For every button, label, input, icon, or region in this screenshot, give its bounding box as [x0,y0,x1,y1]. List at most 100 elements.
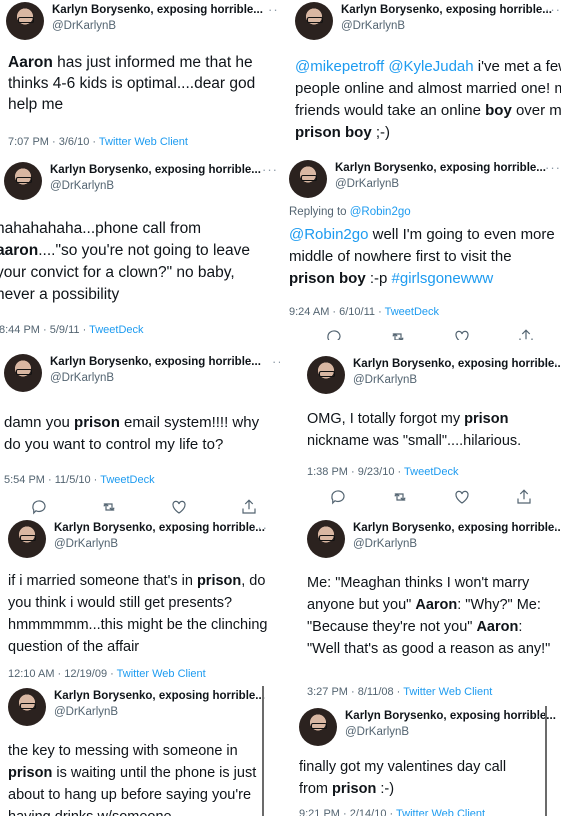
avatar[interactable] [4,162,42,200]
tweet-timestamp[interactable]: 3:27 PM · 8/11/08 [307,686,394,698]
highlighted-keyword: prison [464,411,509,427]
tweet-card[interactable]: Karlyn Borysenko, exposing horrible... @… [281,516,561,702]
tweet-source[interactable]: TweetDeck [89,324,143,336]
tweet-timestamp[interactable]: 8:44 PM · 5/9/11 [0,324,80,336]
mention-link[interactable]: @mikepetroff [295,58,384,75]
more-options-icon[interactable]: ··· [262,162,278,177]
mention-link[interactable]: @Robin2go [289,226,368,243]
tweet-text: finally got my valentines day call from … [299,756,539,800]
tweet-source[interactable]: Twitter Web Client [403,686,492,698]
author-name[interactable]: Karlyn Borysenko, exposing horrible... [52,4,263,16]
reply-icon[interactable] [30,498,48,516]
more-options-icon[interactable]: ··· [272,354,280,369]
author-handle[interactable]: @DrKarlynB [335,178,399,190]
share-icon[interactable] [240,498,258,516]
like-icon[interactable] [453,488,471,506]
share-icon[interactable] [517,328,535,340]
tweet-meta: 1:38 PM · 9/23/10 · TweetDeck [307,466,459,478]
tweet-text-segment: :-) [376,781,395,797]
author-handle[interactable]: @DrKarlynB [345,726,409,738]
author-handle[interactable]: @DrKarlynB [353,374,417,386]
tweet-card[interactable]: Karlyn Borysenko, exposing horrible... @… [281,702,561,816]
tweet-timestamp[interactable]: 7:07 PM · 3/6/10 [8,136,89,148]
share-icon[interactable] [515,488,533,506]
avatar[interactable] [8,520,46,558]
tweet-card[interactable]: Karlyn Borysenko, exposing horrible... @… [0,348,280,516]
avatar[interactable] [4,354,42,392]
author-handle[interactable]: @DrKarlynB [50,372,114,384]
avatar[interactable] [299,708,337,746]
avatar[interactable] [289,160,327,198]
author-handle[interactable]: @DrKarlynB [52,20,116,32]
author-name[interactable]: Karlyn Borysenko, exposing horrible... [54,522,265,534]
tweet-source[interactable]: Twitter Web Client [117,668,206,680]
highlighted-keyword: boy [485,102,512,119]
tweet-card[interactable]: Karlyn Borysenko, exposing horrible... @… [281,156,561,340]
author-handle[interactable]: @DrKarlynB [341,20,405,32]
tweet-source[interactable]: TweetDeck [100,474,154,486]
author-handle[interactable]: @DrKarlynB [353,538,417,550]
tweet-source[interactable]: TweetDeck [385,306,439,318]
tweet-timestamp[interactable]: 12:10 AM · 12/19/09 [8,668,107,680]
reply-icon[interactable] [329,488,347,506]
tweet-card[interactable]: Karlyn Borysenko, exposing horrible... @… [0,688,280,816]
author-name[interactable]: Karlyn Borysenko, exposing horrible... [353,522,561,534]
tweet-text-segment: the key to messing with someone in [8,743,238,759]
author-handle[interactable]: @DrKarlynB [50,180,114,192]
more-options-icon[interactable]: ··· [545,2,561,17]
tweet-timestamp[interactable]: 9:24 AM · 6/10/11 [289,306,375,318]
tweet-text: the key to messing with someone in priso… [8,740,258,816]
like-icon[interactable] [170,498,188,516]
author-name[interactable]: Karlyn Borysenko, exposing horrible... [50,356,261,368]
tweet-header: Karlyn Borysenko, exposing horrible... @… [8,688,265,728]
author-name[interactable]: Karlyn Borysenko, exposing horrible... [335,162,546,174]
avatar[interactable] [8,688,46,726]
tweet-header: Karlyn Borysenko, exposing horrible... @… [295,2,561,42]
tweet-header: Karlyn Borysenko, exposing horrible... @… [6,2,280,42]
author-handle[interactable]: @DrKarlynB [54,538,118,550]
tweet-card[interactable]: Karlyn Borysenko, exposing horrible... @… [0,160,280,344]
highlighted-keyword: prison [74,414,120,431]
tweet-card[interactable]: Karlyn Borysenko, exposing horrible... @… [0,0,280,156]
more-options-icon[interactable]: ··· [268,2,280,17]
author-name[interactable]: Karlyn Borysenko, exposing horrible... [341,4,552,16]
author-handle[interactable]: @DrKarlynB [54,706,118,718]
retweet-icon[interactable] [389,328,407,340]
tweet-meta: 3:27 PM · 8/11/08 · Twitter Web Client [307,686,493,698]
retweet-icon[interactable] [391,488,409,506]
author-name[interactable]: Karlyn Borysenko, exposing horrible... [353,358,561,370]
avatar[interactable] [6,2,44,40]
tweet-text-segment: over my [515,102,561,119]
avatar[interactable] [307,356,345,394]
mention-link[interactable]: #girlsgonewww [392,270,494,287]
tweet-header: Karlyn Borysenko, exposing horrible... @… [8,520,276,560]
mention-link[interactable]: @Robin2go [350,206,411,218]
more-options-icon[interactable]: ··· [252,520,268,535]
tweet-timestamp[interactable]: 9:21 PM · 2/14/10 [299,808,386,816]
like-icon[interactable] [453,328,471,340]
author-name[interactable]: Karlyn Borysenko, exposing horrible... [54,690,265,702]
more-options-icon[interactable]: ··· [545,160,561,175]
tweet-text: @mikepetroff @KyleJudah i've met a few p… [295,56,561,144]
retweet-icon[interactable] [100,498,118,516]
more-options-icon[interactable]: ··· [543,356,559,371]
author-name[interactable]: Karlyn Borysenko, exposing horrible... [50,164,261,176]
tweet-source[interactable]: Twitter Web Client [396,808,485,816]
tweet-text: Me: "Meaghan thinks I won't marry anyone… [307,572,557,660]
avatar[interactable] [307,520,345,558]
more-options-icon[interactable]: ··· [525,708,541,723]
tweet-actions [329,488,559,508]
tweet-card[interactable]: Karlyn Borysenko, exposing horrible... @… [281,0,561,152]
avatar[interactable] [295,2,333,40]
tweet-card[interactable]: Karlyn Borysenko, exposing horrible... @… [0,516,280,688]
reply-icon[interactable] [325,328,343,340]
tweet-timestamp[interactable]: 5:54 PM · 11/5/10 [4,474,91,486]
replying-to: Replying to @Robin2go [289,206,411,218]
tweet-source[interactable]: TweetDeck [404,466,458,478]
more-options-icon[interactable]: ··· [543,520,559,535]
tweet-source[interactable]: Twitter Web Client [99,136,188,148]
mention-link[interactable]: @KyleJudah [388,58,473,75]
highlighted-keyword: prison [196,573,242,589]
tweet-card[interactable]: Karlyn Borysenko, exposing horrible... @… [281,352,561,514]
tweet-timestamp[interactable]: 1:38 PM · 9/23/10 [307,466,394,478]
